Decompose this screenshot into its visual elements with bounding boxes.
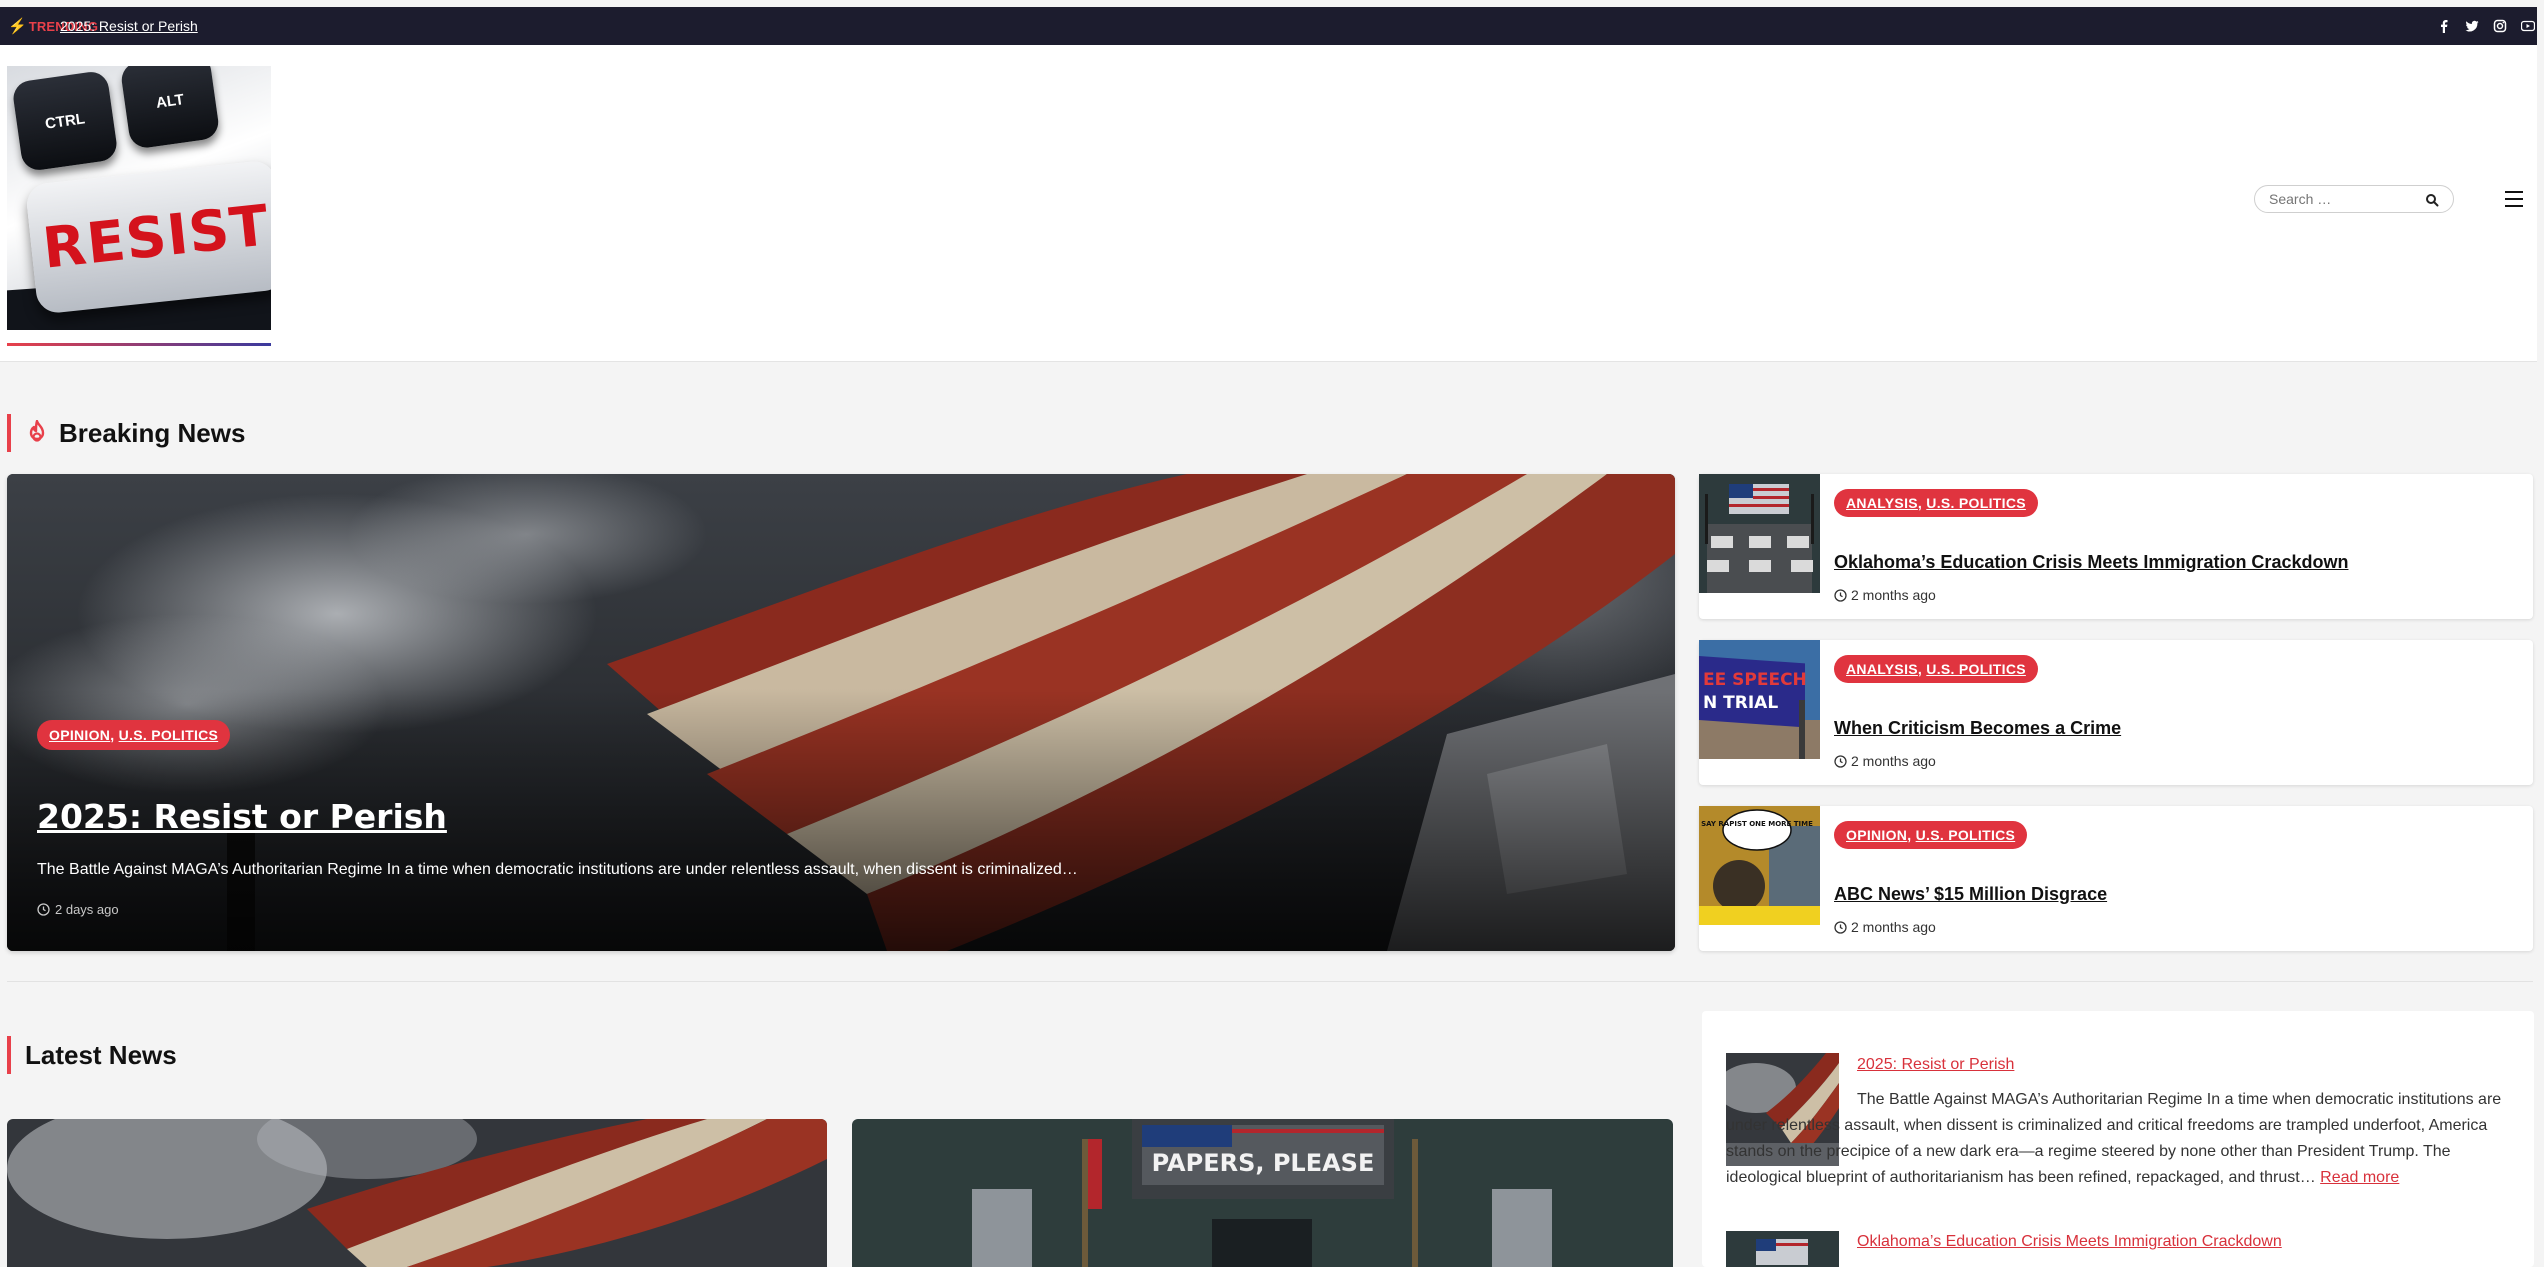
papers-please-sign: PAPERS, PLEASE <box>1152 1149 1375 1177</box>
search-input[interactable] <box>2269 186 2429 212</box>
breaking-news-title: Breaking News <box>59 417 246 448</box>
category-pill: ANALYSIS, U.S. POLITICS <box>1834 489 2038 517</box>
logo-key-resist: RESIST <box>24 159 271 315</box>
menu-toggle-icon[interactable] <box>2505 191 2523 207</box>
youtube-icon[interactable] <box>2520 19 2536 33</box>
category-link-us-politics[interactable]: U.S. POLITICS <box>1916 827 2016 843</box>
side-article-title[interactable]: Oklahoma’s Education Crisis Meets Immigr… <box>1834 552 2348 573</box>
search-box <box>2254 185 2454 213</box>
widget-post-title[interactable]: 2025: Resist or Perish <box>1857 1056 2014 1074</box>
site-logo[interactable]: CTRL ALT RESIST <box>7 66 271 330</box>
clock-icon <box>1834 588 1847 602</box>
breaking-news-header: Breaking News <box>7 414 245 452</box>
read-more-link[interactable]: Read more <box>2320 1169 2399 1186</box>
instagram-icon[interactable] <box>2493 19 2507 33</box>
hero-gradient-overlay <box>7 474 1675 951</box>
trending-ticker: ⚡ TRENDING 2025: Resist or Perish <box>8 7 198 45</box>
side-article-title[interactable]: ABC News’ $15 Million Disgrace <box>1834 884 2107 905</box>
thumb-text-2: N TRIAL <box>1703 693 1778 713</box>
side-article-thumbnail <box>1699 474 1820 593</box>
facebook-icon[interactable] <box>2437 19 2451 33</box>
latest-news-header: Latest News <box>7 1036 177 1074</box>
category-link-opinion[interactable]: OPINION <box>1846 827 1907 843</box>
category-link-us-politics[interactable]: U.S. POLITICS <box>1926 495 2026 511</box>
logo-key-ctrl: CTRL <box>11 69 119 173</box>
hero-title[interactable]: 2025: Resist or Perish <box>37 797 447 836</box>
category-pill: OPINION, U.S. POLITICS <box>37 720 231 750</box>
side-article-categories: OPINION, U.S. POLITICS <box>1834 821 2028 849</box>
widget-post-excerpt: The Battle Against MAGA’s Authoritarian … <box>1726 1087 2516 1191</box>
latest-article-image <box>7 1119 827 1267</box>
search-icon[interactable] <box>2425 193 2439 207</box>
side-article[interactable]: ANALYSIS, U.S. POLITICS Oklahoma’s Educa… <box>1699 474 2533 619</box>
social-links <box>2437 7 2536 45</box>
hero-time-text: 2 days ago <box>55 902 119 917</box>
category-pill: OPINION, U.S. POLITICS <box>1834 821 2028 849</box>
fire-icon <box>29 420 45 442</box>
clock-icon <box>37 903 50 916</box>
side-article-title[interactable]: When Criticism Becomes a Crime <box>1834 718 2121 739</box>
clock-icon <box>1834 754 1847 768</box>
logo-key-alt: ALT <box>119 66 221 150</box>
side-article-time-text: 2 months ago <box>1851 753 1936 769</box>
hero-categories: OPINION, U.S. POLITICS <box>37 720 231 750</box>
side-article-thumbnail: EE SPEECH N TRIAL <box>1699 640 1820 759</box>
site-header: CTRL ALT RESIST <box>0 45 2537 362</box>
clock-icon <box>1834 920 1847 934</box>
hero-time: 2 days ago <box>37 902 119 917</box>
latest-article-card[interactable] <box>7 1119 827 1267</box>
category-link-opinion[interactable]: OPINION <box>49 727 110 743</box>
section-divider <box>7 981 2533 982</box>
side-article-time-text: 2 months ago <box>1851 919 1936 935</box>
latest-news-title: Latest News <box>25 1039 177 1070</box>
widget-post-thumbnail[interactable] <box>1726 1231 1839 1267</box>
hero-article[interactable]: OPINION, U.S. POLITICS 2025: Resist or P… <box>7 474 1675 951</box>
section-accent-bar <box>7 414 11 452</box>
side-article-time: 2 months ago <box>1834 587 1936 603</box>
latest-article-image: PAPERS, PLEASE <box>852 1119 1673 1267</box>
ticker-link[interactable]: 2025: Resist or Perish <box>60 18 198 34</box>
side-article-time: 2 months ago <box>1834 753 1936 769</box>
side-article-categories: ANALYSIS, U.S. POLITICS <box>1834 489 2038 517</box>
side-article-categories: ANALYSIS, U.S. POLITICS <box>1834 655 2038 683</box>
twitter-icon[interactable] <box>2465 19 2479 33</box>
category-link-us-politics[interactable]: U.S. POLITICS <box>1926 661 2026 677</box>
category-pill: ANALYSIS, U.S. POLITICS <box>1834 655 2038 683</box>
section-accent-bar <box>7 1036 11 1074</box>
side-article-time: 2 months ago <box>1834 919 1936 935</box>
logo-underline <box>7 343 271 346</box>
recent-posts-widget: 2025: Resist or Perish The Battle Agains… <box>1702 1011 2534 1267</box>
category-link-analysis[interactable]: ANALYSIS <box>1846 661 1918 677</box>
latest-article-card[interactable]: PAPERS, PLEASE <box>852 1119 1673 1267</box>
category-link-us-politics[interactable]: U.S. POLITICS <box>119 727 219 743</box>
bolt-icon: ⚡ <box>8 18 27 35</box>
top-bar: ⚡ TRENDING 2025: Resist or Perish <box>0 7 2537 45</box>
category-link-analysis[interactable]: ANALYSIS <box>1846 495 1918 511</box>
widget-post-title[interactable]: Oklahoma’s Education Crisis Meets Immigr… <box>1857 1233 2282 1251</box>
side-article-time-text: 2 months ago <box>1851 587 1936 603</box>
side-article[interactable]: EE SPEECH N TRIAL ANALYSIS, U.S. POLITIC… <box>1699 640 2533 785</box>
side-article[interactable]: SAY RAPIST ONE MORE TIME OPINION, U.S. P… <box>1699 806 2533 951</box>
side-article-thumbnail: SAY RAPIST ONE MORE TIME <box>1699 806 1820 925</box>
thumb-speech-text: SAY RAPIST ONE MORE TIME <box>1701 820 1813 828</box>
hero-excerpt: The Battle Against MAGA’s Authoritarian … <box>37 861 1078 878</box>
thumb-text-1: EE SPEECH <box>1703 670 1807 690</box>
